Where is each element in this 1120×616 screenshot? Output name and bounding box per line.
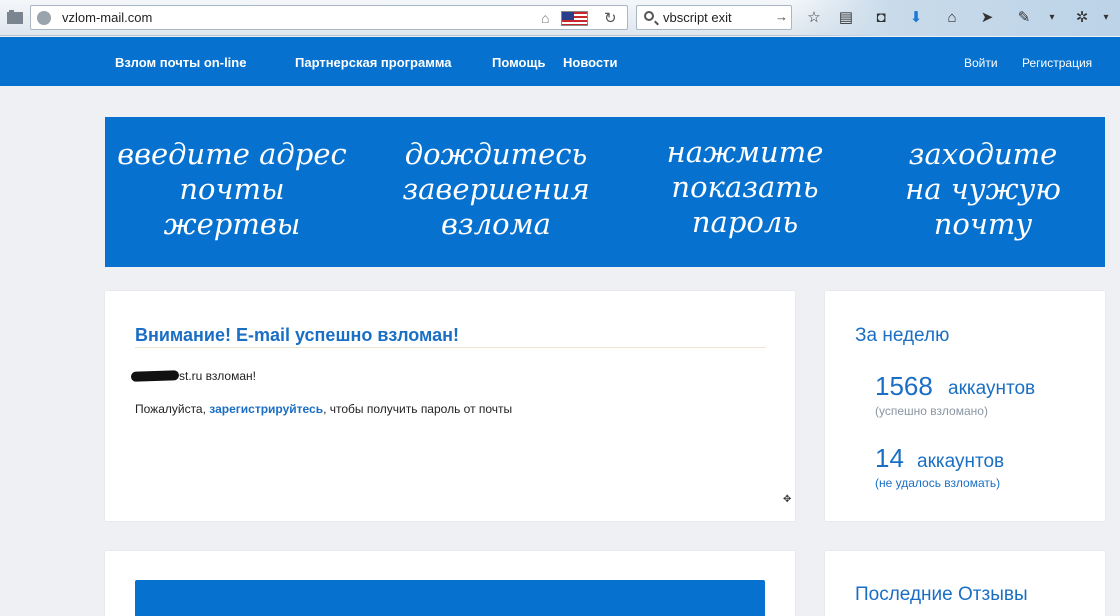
nav-item-partner-program[interactable]: Партнерская программа bbox=[295, 55, 452, 70]
bookmarks-list-icon[interactable]: ▤ bbox=[836, 8, 856, 28]
hero-step-line: почты bbox=[179, 172, 285, 206]
eyedropper-icon[interactable]: ✎ bbox=[1014, 8, 1034, 28]
hero-step-line: завершения bbox=[402, 172, 590, 206]
nav-item-help[interactable]: Помощь bbox=[492, 55, 545, 70]
browser-search-box[interactable]: vbscript exit → bbox=[636, 5, 792, 30]
send-icon[interactable]: ➤ bbox=[977, 8, 997, 28]
register-link-inline[interactable]: зарегистрируйтесь bbox=[209, 402, 323, 416]
home-icon[interactable]: ⌂ bbox=[541, 10, 549, 26]
tab-group-icon[interactable] bbox=[6, 9, 24, 25]
register-prefix: Пожалуйста, bbox=[135, 402, 210, 416]
reviews-card: Последние Отзывы bbox=[825, 551, 1105, 616]
login-link[interactable]: Войти bbox=[964, 56, 998, 70]
cursor-icon: ✥ bbox=[783, 494, 792, 505]
register-link[interactable]: Регистрация bbox=[1022, 56, 1092, 70]
hero-step-line: пароль bbox=[691, 205, 799, 239]
success-note: (успешно взломано) bbox=[875, 404, 988, 418]
hero-step-line: жертвы bbox=[163, 207, 301, 241]
redacted-email-scribble bbox=[130, 370, 180, 382]
hero-step-line: заходите bbox=[908, 137, 1058, 171]
hero-step-line: дождитесь bbox=[404, 137, 588, 171]
search-icon bbox=[644, 11, 654, 21]
hero-step-line: на чужую bbox=[905, 172, 1061, 206]
home-button-icon[interactable]: ⌂ bbox=[942, 8, 962, 28]
fail-note: (не удалось взломать) bbox=[875, 476, 1001, 490]
address-bar-url[interactable]: vzlom-mail.com bbox=[62, 10, 152, 25]
pocket-icon[interactable]: ◘ bbox=[871, 8, 891, 28]
success-unit: аккаунтов bbox=[948, 378, 1036, 399]
search-go-icon[interactable]: → bbox=[775, 9, 788, 24]
alert-title: Внимание! E-mail успешно взломан! bbox=[135, 325, 459, 345]
browser-toolbar: vzlom-mail.com ⌂ ↻ vbscript exit → ☆ ▤ ◘… bbox=[0, 0, 1120, 36]
register-suffix: , чтобы получить пароль от почты bbox=[323, 402, 513, 416]
dropdown-arrow-icon[interactable]: ▾ bbox=[1042, 8, 1062, 28]
us-flag-icon[interactable] bbox=[561, 11, 588, 26]
nav-item-news[interactable]: Новости bbox=[563, 55, 618, 70]
reviews-title: Последние Отзывы bbox=[855, 584, 1028, 605]
register-prompt: Пожалуйста, зарегистрируйтесь, чтобы пол… bbox=[135, 402, 512, 416]
success-count: 1568 bbox=[875, 371, 933, 401]
hero-step-line: почту bbox=[933, 207, 1033, 241]
hero-step-enter-address: введите адрес почты жертвы bbox=[107, 137, 357, 242]
form-header-panel bbox=[135, 580, 765, 616]
hero-step-wait: дождитесь завершения взлома bbox=[371, 137, 621, 242]
fail-unit: аккаунтов bbox=[917, 451, 1005, 472]
hacked-email-text: st.ru взломан! bbox=[179, 369, 256, 383]
hero-step-line: показать bbox=[671, 170, 819, 204]
stats-title: За неделю bbox=[855, 325, 950, 346]
bookmark-star-icon[interactable]: ☆ bbox=[804, 8, 824, 28]
download-icon[interactable]: ⬇ bbox=[906, 8, 926, 28]
reload-icon[interactable]: ↻ bbox=[604, 9, 617, 27]
nav-item-hack-online[interactable]: Взлом почты on-line bbox=[115, 55, 246, 70]
hack-result-card: Внимание! E-mail успешно взломан! st.ru … bbox=[105, 291, 795, 521]
extension-icon[interactable]: ✲ bbox=[1072, 8, 1092, 28]
hero-step-line: введите адрес bbox=[117, 137, 347, 171]
menu-arrow-icon[interactable]: ▾ bbox=[1096, 8, 1116, 28]
globe-icon bbox=[37, 11, 51, 25]
site-nav-bar: Взлом почты on-line Партнерская программ… bbox=[0, 37, 1120, 86]
hero-step-line: нажмите bbox=[666, 135, 824, 169]
weekly-stats-card: За неделю 1568 аккаунтов (успешно взлома… bbox=[825, 291, 1105, 521]
divider bbox=[135, 347, 766, 348]
hero-step-line: взлома bbox=[441, 207, 551, 241]
hero-step-enter-mail: заходите на чужую почту bbox=[858, 137, 1108, 242]
hero-banner: введите адрес почты жертвы дождитесь зав… bbox=[105, 117, 1105, 267]
fail-count: 14 bbox=[875, 443, 904, 473]
hero-step-show-password: нажмите показать пароль bbox=[620, 135, 870, 240]
address-bar[interactable]: vzlom-mail.com ⌂ ↻ bbox=[30, 5, 628, 30]
search-input[interactable]: vbscript exit bbox=[663, 10, 732, 25]
form-card bbox=[105, 551, 795, 616]
